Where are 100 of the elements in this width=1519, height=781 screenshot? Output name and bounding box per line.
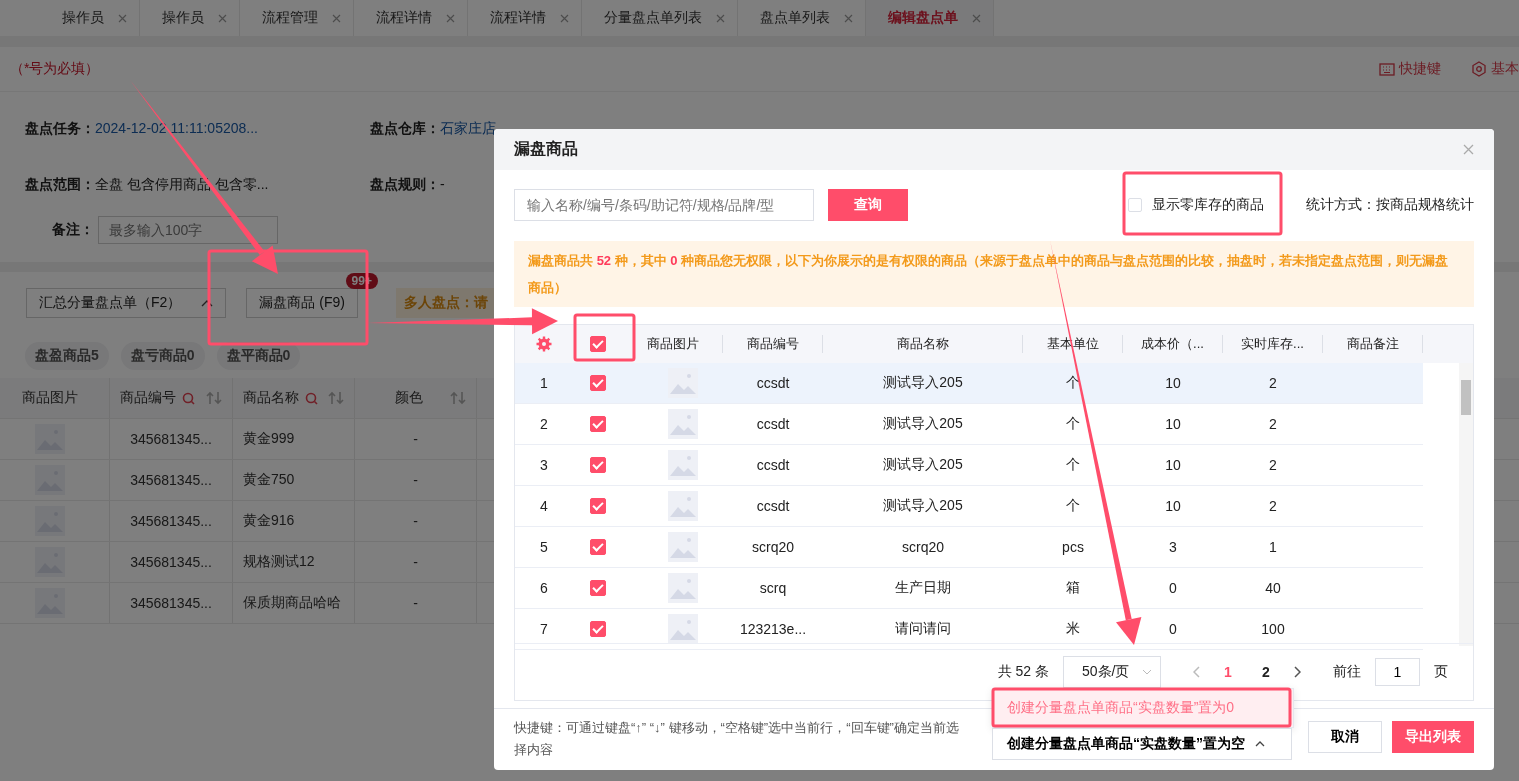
table-cell-text: 0 (1168, 620, 1178, 639)
create-dropdown-button[interactable]: 创建分量盘点单商品“实盘数量”置为空 (992, 728, 1292, 760)
row-number: 6 (539, 579, 549, 598)
table-cell-text: 测试导入205 (882, 455, 964, 474)
table-cell-text: ccsdt (755, 456, 791, 475)
close-icon[interactable] (332, 13, 341, 23)
gear-icon[interactable] (536, 336, 552, 352)
image-placeholder-icon (668, 573, 698, 603)
search-field[interactable]: 输入名称/编号/条码/助记符/规格/品牌/型 (514, 189, 814, 221)
row-number: 5 (539, 538, 549, 557)
table-cell-text: 2 (1268, 497, 1278, 516)
table-cell-text: 10 (1164, 415, 1182, 434)
row-checkbox[interactable] (590, 580, 606, 596)
summary-button[interactable]: 汇总分量盘点单（F2） (26, 288, 227, 318)
image-placeholder-icon (668, 450, 698, 480)
close-icon[interactable] (716, 13, 725, 23)
missed-goods-button[interactable]: 漏盘商品 (F9) (246, 288, 358, 318)
search-icon[interactable] (305, 391, 318, 405)
row-number: 2 (539, 415, 549, 434)
checkbox[interactable] (1128, 198, 1142, 212)
checkbox-label[interactable]: 显示零库存的商品 (1152, 196, 1264, 214)
query-button[interactable]: 查询 (828, 189, 908, 221)
image-placeholder-icon (668, 368, 698, 398)
tab[interactable]: 流程详情 (490, 9, 546, 27)
table-cell-text: 个 (1065, 373, 1081, 392)
export-button[interactable]: 导出列表 (1392, 721, 1474, 753)
page-size-select[interactable]: 50条/页 (1063, 656, 1161, 688)
row-checkbox[interactable] (590, 416, 606, 432)
row-checkbox[interactable] (590, 621, 606, 637)
scrollbar[interactable] (1459, 363, 1473, 646)
basic-info-link[interactable]: 基本 (1471, 60, 1519, 78)
field-label: 盘点任务： (25, 120, 95, 136)
row-number: 3 (539, 456, 549, 475)
tab[interactable]: 分量盘点单列表 (604, 9, 702, 27)
field-value: - (440, 176, 445, 192)
table-cell-text: 生产日期 (894, 578, 952, 597)
tab[interactable]: 盘点单列表 (760, 9, 830, 27)
select-all-checkbox[interactable] (590, 336, 606, 352)
notice-text: 漏盘商品共 52 种，其中 0 种商品您无权限，以下为你展示的是有权限的商品（来源于盘点单中的商品与盘点范围的比较，抽盘时，若未指定盘点范围，则无漏盘商品） (514, 241, 1474, 307)
tab[interactable]: 流程详情 (376, 9, 432, 27)
sort-icon[interactable] (328, 391, 344, 405)
table-cell: 345681345... (110, 501, 233, 541)
row-number: 1 (539, 374, 549, 393)
close-icon[interactable] (446, 13, 455, 23)
table-cell-text: 2 (1268, 456, 1278, 475)
remark-field[interactable]: 最多输入100字 (98, 216, 278, 244)
table-cell-text: 40 (1264, 579, 1282, 598)
filter-chip[interactable]: 盘盈商品5 (25, 342, 109, 370)
table-cell-text: scrq20 (751, 538, 795, 557)
field-link[interactable]: 2024-12-02 11:11:05208... (95, 120, 258, 136)
column-header: 颜色 (395, 389, 423, 407)
field-label: 盘点范围： (25, 176, 95, 192)
close-icon[interactable] (1463, 144, 1474, 155)
prev-page-icon[interactable] (1193, 666, 1201, 678)
sort-icon[interactable] (450, 391, 466, 405)
column-header: 商品编号 (723, 335, 823, 353)
close-icon[interactable] (972, 13, 981, 23)
table-cell: - (355, 583, 477, 623)
field-link[interactable]: 石家庄店 (440, 120, 496, 136)
row-checkbox[interactable] (590, 498, 606, 514)
close-icon[interactable] (118, 13, 127, 23)
tab[interactable]: 流程管理 (262, 9, 318, 27)
table-cell-text: 1 (1268, 538, 1278, 557)
page-number[interactable]: 1 (1217, 664, 1239, 680)
tab[interactable]: 操作员 (62, 9, 104, 27)
table-cell: 345681345... (110, 419, 233, 459)
cancel-button[interactable]: 取消 (1308, 721, 1382, 753)
page-input[interactable]: 1 (1375, 658, 1420, 686)
sort-icon[interactable] (206, 391, 222, 405)
table-cell: 345681345... (110, 542, 233, 582)
shortcut-link[interactable]: 快捷键 (1379, 60, 1441, 78)
column-header: 实时库存... (1223, 335, 1323, 353)
row-checkbox[interactable] (590, 457, 606, 473)
close-icon[interactable] (844, 13, 853, 23)
table-cell-text: ccsdt (755, 497, 791, 516)
dialog-title: 漏盘商品 (514, 139, 578, 159)
stat-mode-text: 统计方式：按商品规格统计 (1306, 196, 1474, 214)
table-cell: - (355, 501, 477, 541)
row-checkbox[interactable] (590, 375, 606, 391)
keyboard-icon (1379, 62, 1395, 76)
table-cell: 黄金999 (233, 419, 355, 459)
table-cell-text: ccsdt (755, 415, 791, 434)
table-cell-text: 箱 (1065, 578, 1081, 597)
table-cell: - (355, 460, 477, 500)
column-header: 商品图片 (623, 335, 723, 353)
column-header: 商品名称 (243, 389, 299, 407)
close-icon[interactable] (560, 13, 569, 23)
tab[interactable]: 操作员 (162, 9, 204, 27)
next-page-icon[interactable] (1293, 666, 1301, 678)
search-icon[interactable] (182, 391, 195, 405)
table-cell-text: 10 (1164, 497, 1182, 516)
page-number[interactable]: 2 (1255, 664, 1277, 680)
table-cell-text: pcs (1061, 538, 1085, 557)
field-label: 盘点规则： (370, 176, 440, 192)
required-note: （*号为必填） (10, 60, 100, 78)
table-cell: 345681345... (110, 460, 233, 500)
table-cell-text: 测试导入205 (882, 496, 964, 515)
close-icon[interactable] (218, 13, 227, 23)
row-checkbox[interactable] (590, 539, 606, 555)
filter-chip[interactable]: 盘亏商品0 (120, 342, 205, 370)
